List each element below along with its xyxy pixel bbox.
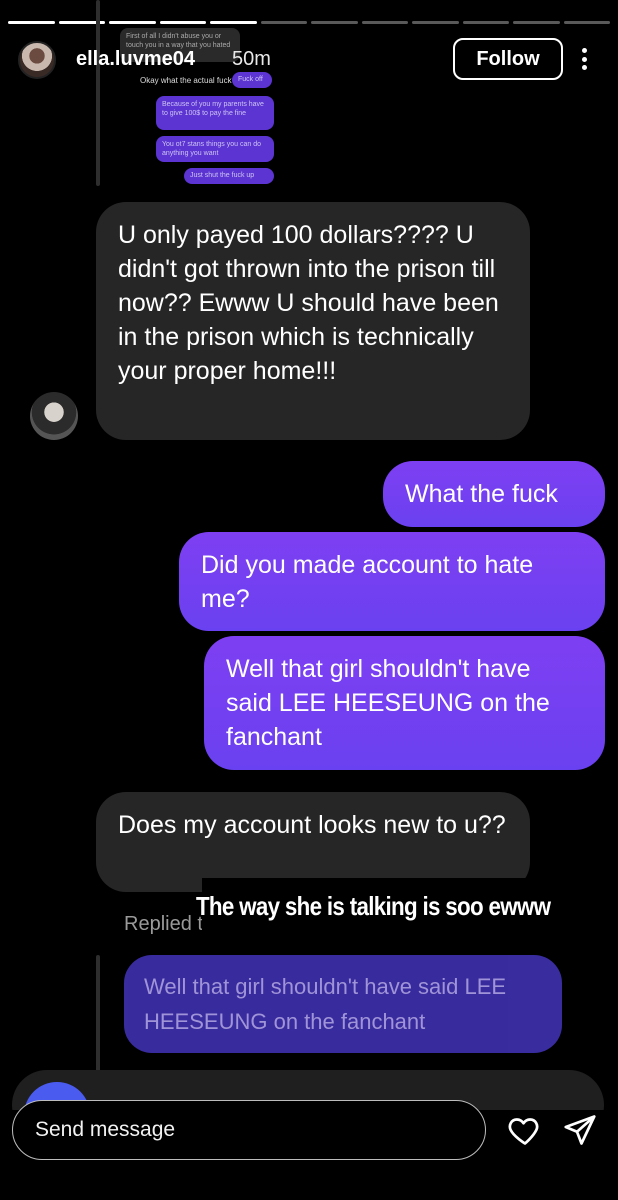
send-message-input[interactable] [12, 1100, 486, 1160]
mini-message: Just shut the fuck up [184, 168, 274, 184]
reply-thread-line [96, 955, 100, 1075]
heart-icon[interactable] [506, 1112, 544, 1148]
more-vertical-icon[interactable] [574, 44, 594, 74]
message-bubble-incoming: U only payed 100 dollars???? U didn't go… [96, 202, 530, 440]
story-header: ella.luvme04 50m Follow [16, 38, 602, 82]
message-bubble-outgoing: What the fuck [383, 461, 605, 527]
progress-segment [311, 21, 358, 24]
message-bubble-outgoing: Did you made account to hate me? [179, 532, 605, 631]
message-bubble-incoming: Does my account looks new to u?? [96, 792, 530, 892]
caption-overlay: The way she is talking is soo ewww [196, 878, 551, 934]
paper-plane-icon[interactable] [562, 1112, 598, 1148]
mini-message: Because of you my parents have to give 1… [156, 96, 274, 130]
username[interactable]: ella.luvme04 [76, 48, 195, 71]
progress-segment [361, 21, 408, 24]
message-bubble-outgoing: Well that girl shouldn't have said LEE H… [204, 636, 605, 770]
reply-quote-bubble: Well that girl shouldn't have said LEE H… [124, 955, 562, 1053]
profile-avatar[interactable] [18, 41, 56, 79]
sender-avatar [30, 392, 78, 440]
mini-message: You ot7 stans things you can do anything… [156, 136, 274, 162]
progress-segment [412, 21, 459, 24]
progress-segment [513, 21, 560, 24]
post-time: 50m [232, 48, 271, 70]
progress-segment [563, 21, 610, 24]
progress-segment [8, 21, 55, 24]
thread-line [96, 0, 100, 186]
progress-segment [462, 21, 509, 24]
follow-button[interactable]: Follow [453, 38, 563, 80]
